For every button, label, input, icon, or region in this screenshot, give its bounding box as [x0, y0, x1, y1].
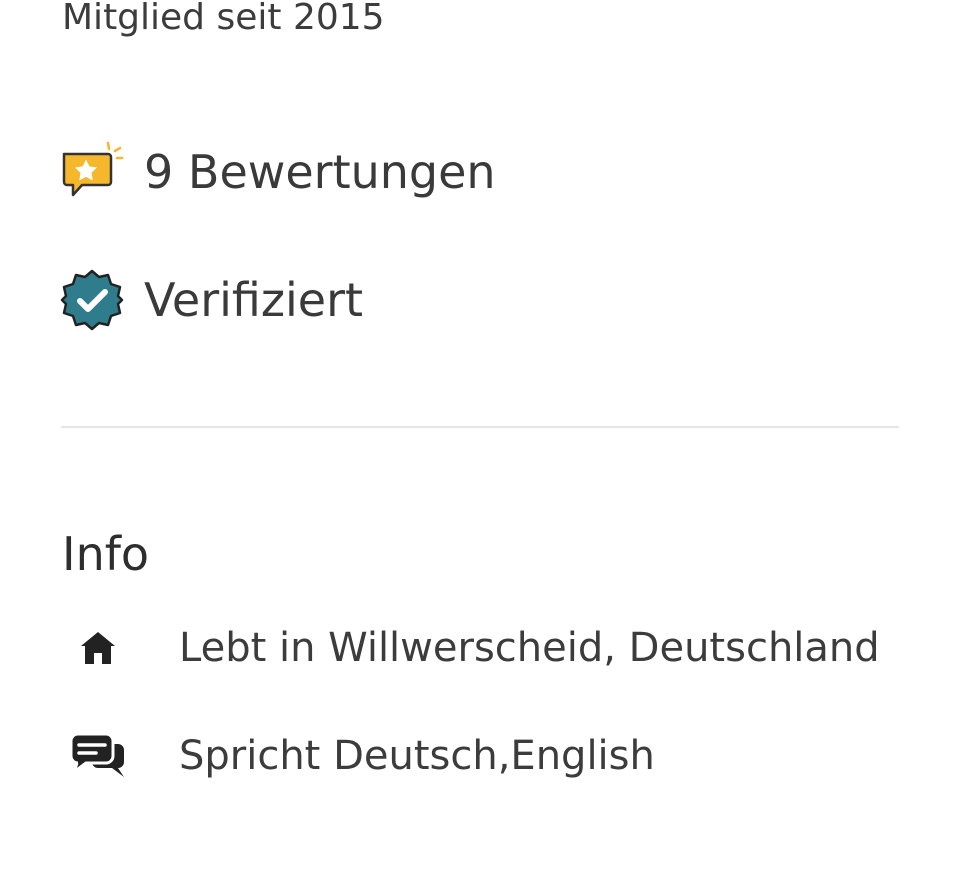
verified-label: Verifiziert	[144, 273, 364, 327]
languages-label: Spricht Deutsch,English	[179, 733, 655, 779]
reviews-link[interactable]: 9 Bewertungen	[60, 140, 496, 204]
location-label: Lebt in Willwerscheid, Deutschland	[179, 625, 880, 671]
verified-badge-icon	[60, 268, 124, 332]
review-star-bubble-icon	[60, 140, 124, 204]
speech-bubbles-icon	[66, 728, 130, 784]
home-icon	[66, 620, 130, 676]
info-location-row: Lebt in Willwerscheid, Deutschland	[66, 620, 880, 676]
verified-status: Verifiziert	[60, 268, 363, 332]
reviews-count-label: 9 Bewertungen	[144, 145, 496, 199]
info-languages-row: Spricht Deutsch,English	[66, 728, 655, 784]
section-divider	[61, 426, 899, 428]
info-heading: Info	[62, 527, 150, 581]
member-since-text: Mitglied seit 2015	[62, 0, 385, 38]
